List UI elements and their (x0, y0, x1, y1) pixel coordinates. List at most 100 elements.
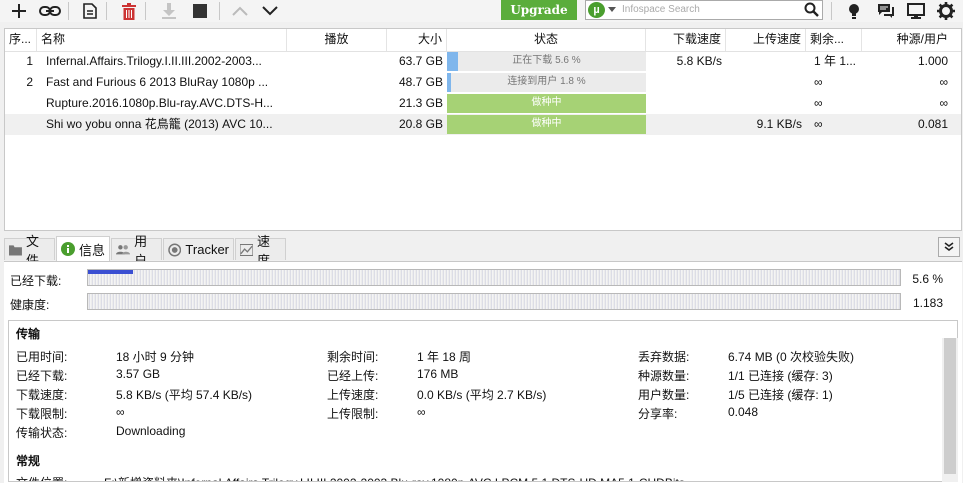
torrent-seeds-peers: 0.081 (917, 117, 948, 131)
share-ratio-value: 0.048 (728, 405, 759, 419)
torrent-status-bar: 正在下载 5.6 % (447, 52, 646, 71)
torrent-down-speed (646, 93, 726, 114)
health-bar (87, 293, 901, 310)
new-file-icon (83, 3, 97, 19)
torrent-index: 1 (26, 54, 33, 68)
tab-trackers[interactable]: Tracker (163, 238, 234, 260)
search-box[interactable]: µ Infospace Search (585, 0, 823, 20)
trash-icon (122, 2, 136, 20)
downloaded-value: 3.57 GB (116, 367, 161, 381)
health-label: 健康度: (10, 298, 50, 312)
torrent-row[interactable]: Shi wo yobu onna 花鳥籠 (2013) AVC 10... 20… (5, 114, 961, 135)
downloaded-progress-value: 5.6 % (912, 272, 943, 286)
column-header-size[interactable]: 大小 (387, 29, 447, 51)
torrent-down-speed: 5.8 KB/s (676, 54, 722, 68)
seeds-label: 种源数量: (638, 369, 690, 383)
remote-button[interactable] (905, 1, 927, 21)
column-header-name[interactable]: 名称 (37, 29, 287, 51)
tab-label: Tracker (185, 242, 229, 257)
downloaded-label: 已经下载: (16, 369, 68, 383)
remove-button[interactable] (118, 1, 140, 21)
torrent-up-speed (726, 72, 806, 93)
transfer-state-value: Downloading (116, 424, 186, 438)
seeds-value: 1/1 已连接 (缓存: 3) (728, 369, 833, 383)
torrent-status-text: 做种中 (531, 118, 562, 129)
remaining-value: 1 年 18 周 (417, 350, 472, 364)
toolbar-separator (219, 2, 220, 20)
toolbar-separator (106, 2, 107, 20)
uploaded-label: 已经上传: (327, 369, 379, 383)
column-header-index[interactable]: 序... (5, 29, 37, 51)
stop-button[interactable] (189, 1, 211, 21)
column-header-seeds-peers[interactable]: 种源/用户 (862, 29, 952, 51)
download-limit-label: 下载限制: (16, 407, 68, 421)
health-value: 1.183 (912, 296, 943, 310)
column-header-remaining[interactable]: 剩余... (806, 29, 862, 51)
add-url-button[interactable] (39, 1, 61, 21)
torrent-status-text: 正在下载 5.6 % (512, 55, 581, 66)
torrent-remaining: 1 年 1... (814, 54, 857, 68)
utorrent-logo-icon[interactable]: µ (588, 2, 605, 18)
torrent-index (5, 114, 37, 135)
plus-icon (12, 4, 26, 18)
download-speed-label: 下载速度: (16, 388, 68, 402)
move-down-button[interactable] (259, 1, 281, 21)
torrent-row[interactable]: 2 Fast and Furious 6 2013 BluRay 1080p .… (5, 72, 961, 93)
settings-button[interactable] (935, 1, 957, 21)
upgrade-button[interactable]: Upgrade (501, 0, 577, 20)
tab-speed[interactable]: 速度 (235, 234, 286, 268)
torrent-status-bar: 做种中 (447, 94, 646, 113)
chevron-up-icon (232, 6, 248, 16)
torrent-index (5, 93, 37, 114)
users-icon (116, 244, 131, 254)
download-speed-value: 5.8 KB/s (平均 57.4 KB/s) (116, 388, 253, 402)
details-scrollbar[interactable] (942, 338, 958, 482)
torrent-row[interactable]: 1 Infernal.Affairs.Trilogy.I.II.III.2002… (5, 51, 961, 72)
torrent-name: Shi wo yobu onna 花鳥籠 (2013) AVC 10... (46, 117, 273, 131)
search-icon[interactable] (804, 2, 819, 17)
toolbar-separator (68, 2, 69, 20)
scrollbar-thumb[interactable] (944, 338, 956, 474)
toolbar-separator (831, 2, 832, 20)
tab-files[interactable]: 文件 (4, 234, 55, 268)
uploaded-value: 176 MB (417, 367, 459, 381)
downloaded-progress-label: 已经下载: (10, 274, 62, 288)
torrent-name: Infernal.Affairs.Trilogy.I.II.III.2002-2… (46, 54, 262, 68)
torrent-row[interactable]: Rupture.2016.1080p.Blu-ray.AVC.DTS-H... … (5, 93, 961, 114)
start-button[interactable] (158, 1, 180, 21)
torrent-list[interactable]: 序... 名称 播放 大小 状态 下载速度 上传速度 剩余... 种源/用户 1… (4, 28, 962, 231)
peers-label: 用户数量: (638, 388, 690, 402)
torrent-seeds-peers: 1.000 (917, 54, 948, 68)
torrent-index: 2 (26, 75, 33, 89)
torrent-up-speed (726, 51, 806, 72)
column-header-up-speed[interactable]: 上传速度 (726, 29, 806, 51)
search-input[interactable]: Infospace Search (622, 4, 700, 15)
column-header-down-speed[interactable]: 下载速度 (646, 29, 726, 51)
general-section-title: 常规 (16, 454, 41, 468)
collapse-panel-button[interactable] (938, 237, 960, 257)
torrent-down-speed (646, 114, 726, 135)
create-torrent-button[interactable] (79, 1, 101, 21)
remaining-label: 剩余时间: (327, 350, 379, 364)
tab-peers[interactable]: 用户 (111, 234, 162, 268)
details-box: 传输 已用时间: 18 小时 9 分钟 已经下载: 3.57 GB 下载速度: … (8, 320, 958, 482)
torrent-size: 21.3 GB (398, 96, 443, 110)
downloaded-progress-bar (87, 269, 901, 286)
download-arrow-icon (162, 3, 176, 19)
torrent-up-speed (726, 93, 806, 114)
torrent-remaining: ∞ (814, 96, 823, 110)
link-icon (39, 6, 61, 16)
tab-info[interactable]: 信息 (56, 236, 110, 261)
column-header-play[interactable]: 播放 (287, 29, 387, 51)
add-torrent-button[interactable] (8, 1, 30, 21)
torrent-name: Fast and Furious 6 2013 BluRay 1080p ... (46, 75, 269, 89)
chat-button[interactable] (875, 1, 897, 21)
torrent-status-text: 做种中 (531, 97, 562, 108)
tips-button[interactable] (843, 1, 865, 21)
tracker-icon (168, 243, 182, 256)
column-header-status[interactable]: 状态 (447, 29, 646, 51)
peers-value: 1/5 已连接 (缓存: 1) (728, 388, 833, 402)
move-up-button[interactable] (229, 1, 251, 21)
torrent-remaining: ∞ (814, 75, 823, 89)
search-provider-dropdown-icon[interactable] (608, 7, 616, 12)
